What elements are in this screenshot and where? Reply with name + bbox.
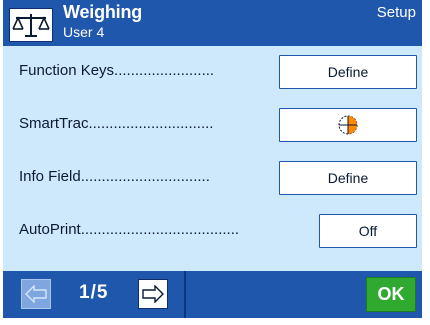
- row-smarttrac: SmartTrac..............................: [3, 101, 422, 149]
- footer-divider: [184, 271, 186, 318]
- ok-button[interactable]: OK: [366, 277, 416, 312]
- page-indicator: 1/5: [79, 282, 109, 303]
- previous-page-button[interactable]: [21, 279, 51, 309]
- mode-label: Setup: [376, 4, 416, 21]
- info-field-label: Info Field..............................…: [19, 168, 210, 185]
- arrow-right-icon: [142, 285, 164, 303]
- footer-bar: 1/5 OK: [3, 271, 422, 318]
- row-info-field: Info Field..............................…: [3, 154, 422, 202]
- screen: Weighing User 4 Setup Function Keys.....…: [3, 0, 422, 318]
- autoprint-off-button[interactable]: Off: [319, 214, 417, 248]
- info-field-define-button[interactable]: Define: [279, 161, 417, 195]
- autoprint-label: AutoPrint...............................…: [19, 221, 240, 238]
- app-title: Weighing: [63, 2, 143, 22]
- row-autoprint: AutoPrint...............................…: [3, 207, 422, 255]
- row-function-keys: Function Keys........................ De…: [3, 48, 422, 96]
- arrow-left-icon: [25, 285, 47, 303]
- scale-icon[interactable]: [9, 8, 53, 42]
- smarttrac-button[interactable]: [279, 108, 417, 142]
- smarttrac-icon: [338, 115, 358, 135]
- function-keys-define-button[interactable]: Define: [279, 55, 417, 89]
- user-label: User 4: [63, 24, 105, 40]
- smarttrac-label: SmartTrac..............................: [19, 115, 214, 132]
- header-bar: Weighing User 4 Setup: [3, 0, 422, 46]
- function-keys-label: Function Keys........................: [19, 62, 215, 79]
- next-page-button[interactable]: [138, 279, 168, 309]
